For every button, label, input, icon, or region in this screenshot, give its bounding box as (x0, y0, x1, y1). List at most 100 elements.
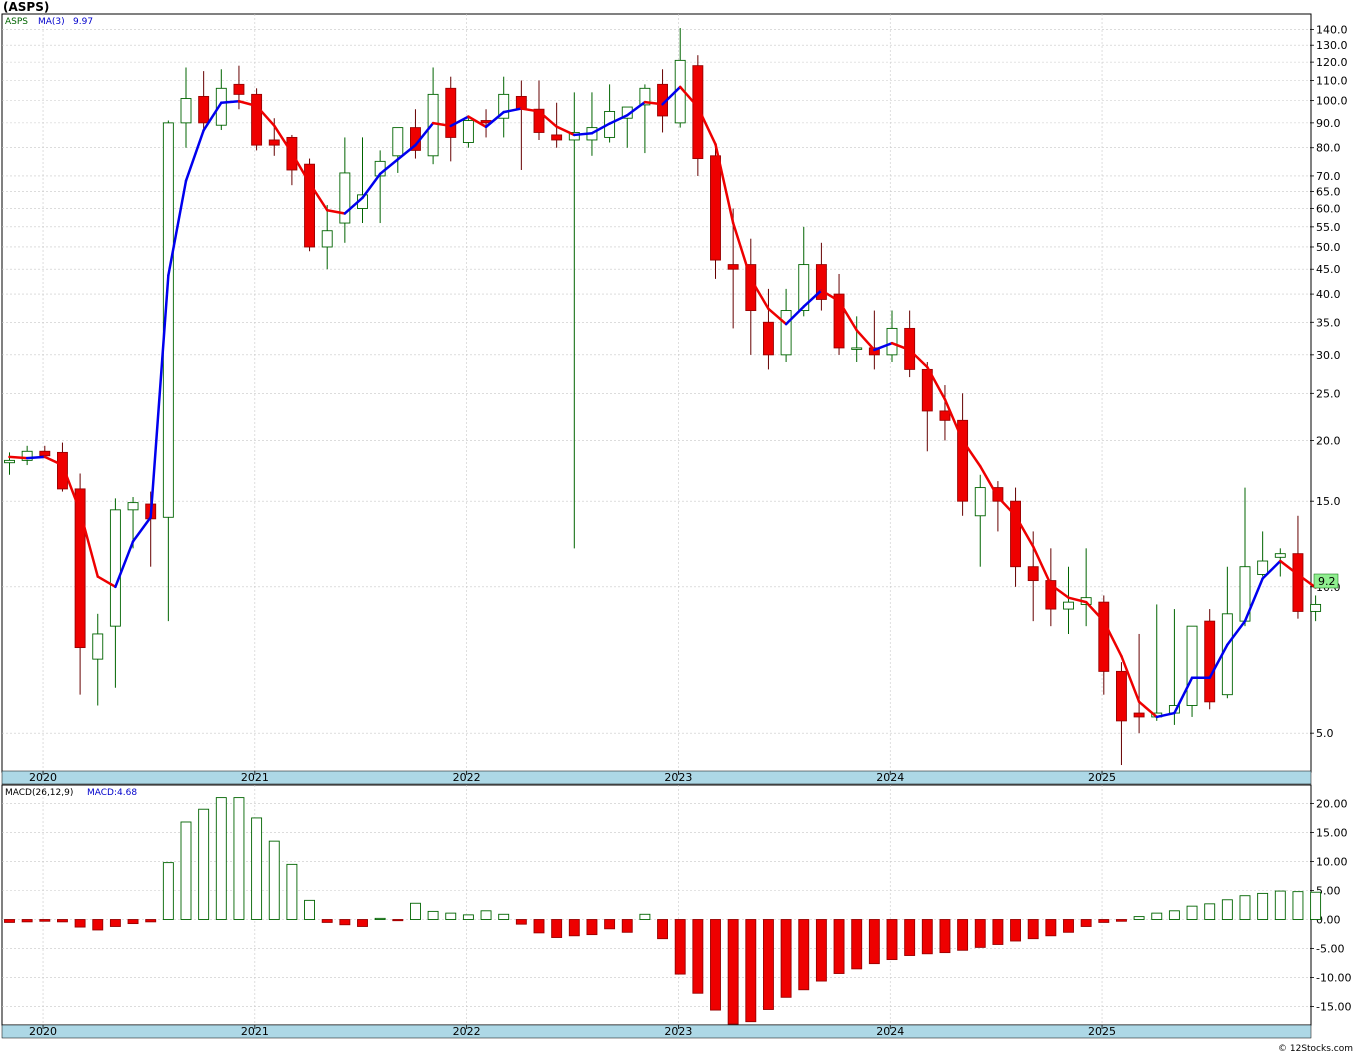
macd-bar (1115, 919, 1127, 922)
macd-bar (974, 919, 986, 948)
price-tick-label: 25.0 (1316, 387, 1341, 400)
macd-bar (498, 913, 510, 920)
price-tick-label: 55.0 (1316, 221, 1341, 234)
candle-body (1221, 613, 1233, 696)
macd-bar (215, 797, 227, 920)
macd-bar (410, 902, 421, 920)
macd-bar (268, 840, 280, 920)
macd-bar (1010, 919, 1021, 942)
legend-symbol: ASPS (5, 17, 28, 27)
macd-bar (1239, 895, 1251, 920)
price-tick-label: 120.0 (1316, 56, 1348, 69)
macd-bar (1257, 892, 1269, 920)
price-tick-label: 40.0 (1316, 288, 1341, 301)
legend-ma-value: 9.97 (73, 17, 93, 27)
macd-bar (1168, 910, 1180, 920)
price-tick-label: 100.0 (1316, 95, 1348, 108)
candle-body (268, 139, 280, 146)
year-label: 2025 (1088, 771, 1116, 784)
candle-body (974, 487, 986, 517)
candle-body (109, 509, 121, 627)
candle-body (445, 87, 457, 138)
macd-bar (427, 910, 439, 920)
macd-bar (1080, 919, 1092, 927)
macd-bar (674, 919, 686, 975)
macd-bar (1292, 891, 1304, 920)
price-y-axis: 140.0 130.0 120.0 110.0 100.0 90.0 80.0 70.0 65.… (1310, 24, 1348, 740)
macd-bar (851, 919, 863, 970)
candle-body (198, 95, 210, 124)
price-tick-label: 30.0 (1316, 349, 1341, 362)
year-label: 2023 (664, 1025, 692, 1038)
macd-legend-value: MACD:4.68 (87, 788, 137, 798)
macd-bar (480, 910, 492, 920)
page-title: (ASPS) (3, 0, 49, 14)
macd-bar (745, 919, 757, 1023)
candle-body (886, 327, 898, 356)
macd-bar (392, 919, 404, 922)
macd-bar (710, 919, 721, 1011)
macd-bar (92, 919, 104, 931)
year-label: 2025 (1088, 1025, 1116, 1038)
macd-bar (727, 919, 739, 1025)
candle-body (551, 134, 563, 141)
candle-body (1310, 603, 1322, 612)
candle-body (233, 83, 245, 95)
price-tick-label: 50.0 (1316, 241, 1341, 254)
price-tick-label: 65.0 (1316, 186, 1341, 199)
macd-bar (233, 797, 245, 920)
price-tick-label: 140.0 (1316, 24, 1348, 37)
year-label: 2024 (876, 771, 904, 784)
candle-body (1204, 620, 1216, 703)
macd-bar (198, 808, 210, 920)
macd-bar (4, 919, 15, 923)
macd-bar (568, 919, 580, 937)
macd-bar (939, 919, 951, 954)
macd-bar (551, 919, 563, 938)
macd-bar (798, 919, 810, 991)
macd-legend-label: MACD(26,12,9) (5, 788, 73, 798)
macd-bar (1186, 905, 1198, 920)
year-label: 2021 (241, 1025, 269, 1038)
macd-bar (1027, 919, 1039, 940)
candle-body (1257, 560, 1269, 575)
price-tick-label: 110.0 (1316, 74, 1348, 87)
candle-body (780, 310, 792, 356)
candle-body (127, 502, 139, 511)
candle-body (727, 264, 739, 270)
year-label: 2024 (876, 1025, 904, 1038)
macd-bar (692, 919, 704, 994)
candle-body (321, 230, 333, 248)
candle-body (57, 451, 68, 490)
macd-bar (621, 919, 633, 933)
candle-body (339, 172, 351, 224)
macd-bar (286, 863, 298, 920)
ma-segment (8, 455, 29, 460)
price-tick-label: 130.0 (1316, 39, 1348, 52)
candle-body (1186, 625, 1198, 706)
macd-bar (533, 919, 545, 934)
candle-body (462, 120, 474, 143)
macd-bar (992, 919, 1004, 945)
macd-bar (815, 919, 827, 982)
macd-bar (1151, 912, 1163, 920)
stock-chart: (ASPS) 140.0 130.0 120.0 110.0 100.0 90.0 80.0… (1, 0, 1353, 1054)
macd-bar (1098, 919, 1110, 923)
legend-ma-label: MA(3) (38, 17, 65, 27)
macd-bar (1133, 916, 1145, 920)
macd-bar (639, 913, 651, 920)
candle-body (1133, 712, 1145, 718)
price-tick-label: 15.0 (1316, 495, 1341, 508)
macd-bar (251, 817, 263, 920)
year-label: 2021 (241, 771, 269, 784)
candle-body (392, 127, 404, 157)
ma-segment (25, 455, 47, 460)
ma-segment (573, 131, 594, 137)
macd-bar (957, 919, 969, 951)
macd-bar (357, 919, 368, 927)
macd-bar (515, 919, 527, 925)
price-tick-label: 70.0 (1316, 170, 1341, 183)
macd-bar (586, 919, 598, 936)
price-tick-label: 80.0 (1316, 142, 1341, 155)
macd-bar (180, 821, 192, 920)
